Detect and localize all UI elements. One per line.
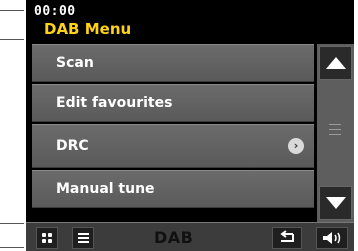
list-icon: [78, 233, 89, 245]
triangle-down-icon: [326, 197, 346, 209]
menu-item-manual-tune[interactable]: Manual tune: [32, 170, 314, 208]
scrollbar[interactable]: [317, 44, 354, 222]
menu-item-label: DRC: [56, 138, 89, 154]
menu-item-edit-favourites[interactable]: Edit favourites: [32, 84, 314, 122]
scroll-grip-icon[interactable]: [329, 124, 341, 136]
clock: 00:00: [34, 4, 76, 19]
chevron-right-icon: ›: [288, 138, 304, 154]
source-label: DAB: [154, 228, 194, 247]
menu-item-label: Edit favourites: [56, 95, 173, 111]
callout-line: [0, 10, 24, 11]
callout-line: [0, 247, 24, 248]
home-button[interactable]: [36, 227, 58, 249]
back-arrow-icon: [280, 230, 294, 242]
grid-icon: [42, 233, 53, 244]
menu-item-label: Scan: [56, 55, 94, 71]
volume-icon: [323, 232, 341, 244]
callout-line: [0, 223, 24, 224]
device-frame: 00:00 DAB Menu Scan Edit favourites DRC …: [0, 0, 358, 251]
menu-title: DAB Menu: [44, 20, 132, 38]
callout-line: [0, 39, 24, 40]
scroll-down-button[interactable]: [319, 186, 352, 220]
bottom-bar: DAB: [26, 222, 354, 251]
status-bar: 00:00 DAB Menu: [26, 0, 354, 44]
triangle-up-icon: [326, 57, 346, 69]
scroll-up-button[interactable]: [319, 46, 352, 80]
volume-button[interactable]: [316, 227, 348, 249]
display-screen: 00:00 DAB Menu Scan Edit favourites DRC …: [26, 0, 354, 251]
back-button[interactable]: [272, 227, 302, 249]
menu-item-drc[interactable]: DRC ›: [32, 124, 314, 168]
menu-item-label: Manual tune: [56, 181, 155, 197]
menu-item-scan[interactable]: Scan: [32, 44, 314, 82]
menu-list: Scan Edit favourites DRC › Manual tune: [32, 44, 314, 222]
list-button[interactable]: [72, 227, 94, 249]
